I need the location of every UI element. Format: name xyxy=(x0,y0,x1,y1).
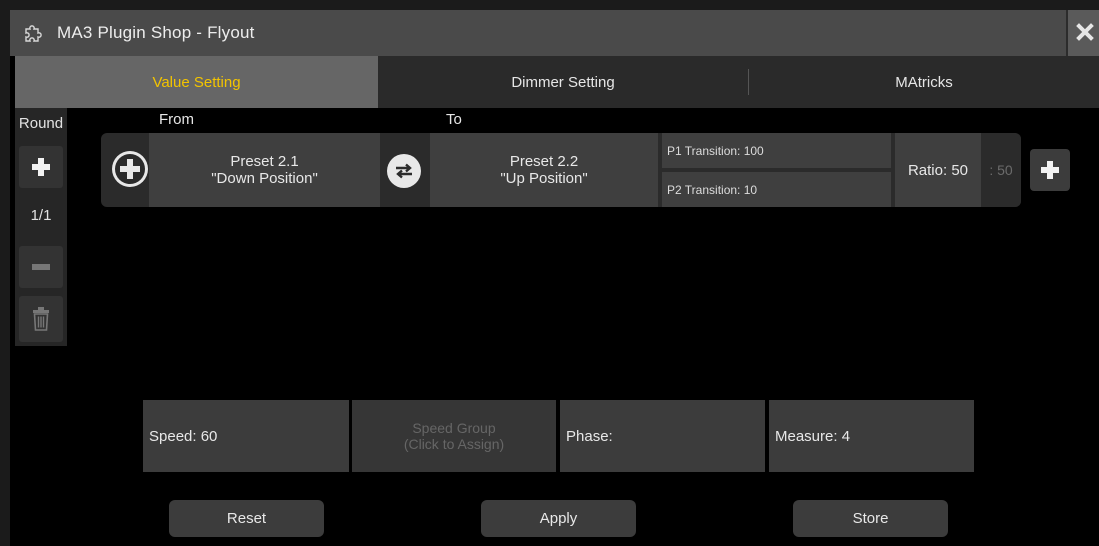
to-preset-button[interactable]: Preset 2.2 "Up Position" xyxy=(430,133,658,207)
phase-button[interactable]: Phase: xyxy=(560,400,765,472)
from-preset-name: Preset 2.1 xyxy=(230,153,299,170)
speed-group-button[interactable]: Speed Group (Click to Assign) xyxy=(352,400,556,472)
speed-group-title: Speed Group xyxy=(412,420,496,436)
to-preset-name: Preset 2.2 xyxy=(509,153,579,170)
puzzle-icon xyxy=(22,22,44,44)
close-button[interactable] xyxy=(1066,10,1099,56)
measure-button[interactable]: Measure: 4 xyxy=(769,400,974,472)
close-icon xyxy=(1076,23,1094,41)
p2-transition-button[interactable]: P2 Transition: 10 xyxy=(662,172,891,207)
ratio-second-value: : 50 xyxy=(981,133,1021,207)
tab-bar: Value Setting Dimmer Setting MAtricks xyxy=(15,56,1099,108)
reset-button[interactable]: Reset xyxy=(169,500,324,537)
tab-matricks[interactable]: MAtricks xyxy=(749,56,1099,108)
from-preset-label: "Down Position" xyxy=(211,170,318,187)
to-label: To xyxy=(446,111,462,128)
minus-icon xyxy=(32,264,50,270)
tab-dimmer-setting[interactable]: Dimmer Setting xyxy=(378,56,748,108)
apply-button[interactable]: Apply xyxy=(481,500,636,537)
delete-round-button[interactable] xyxy=(19,296,63,342)
remove-round-button[interactable] xyxy=(19,246,63,288)
tab-value-setting[interactable]: Value Setting xyxy=(15,56,378,108)
round-count: 1/1 xyxy=(30,206,52,224)
ratio-button[interactable]: Ratio: 50 xyxy=(895,133,981,207)
speed-group-hint: (Click to Assign) xyxy=(403,436,505,452)
to-preset-label: "Up Position" xyxy=(500,170,588,187)
swap-button[interactable] xyxy=(387,154,421,188)
add-circle-icon xyxy=(115,154,145,184)
window-title: MA3 Plugin Shop - Flyout xyxy=(57,23,255,42)
title-bar[interactable]: MA3 Plugin Shop - Flyout xyxy=(10,10,1099,56)
from-preset-button[interactable]: Preset 2.1 "Down Position" xyxy=(149,133,380,207)
trash-icon xyxy=(33,307,49,331)
add-round-button[interactable] xyxy=(19,146,63,188)
store-button[interactable]: Store xyxy=(793,500,948,537)
plugin-shop-window: MA3 Plugin Shop - Flyout Value Setting D… xyxy=(10,10,1099,546)
round-label: Round xyxy=(18,114,64,132)
from-label: From xyxy=(159,111,194,128)
add-from-button[interactable] xyxy=(112,151,148,187)
plus-icon xyxy=(32,158,50,176)
add-step-button[interactable] xyxy=(1030,149,1070,191)
swap-icon xyxy=(396,163,412,179)
plus-icon xyxy=(1041,161,1059,179)
round-strip: Round 1/1 xyxy=(15,108,67,346)
p1-transition-button[interactable]: P1 Transition: 100 xyxy=(662,133,891,168)
speed-button[interactable]: Speed: 60 xyxy=(143,400,349,472)
